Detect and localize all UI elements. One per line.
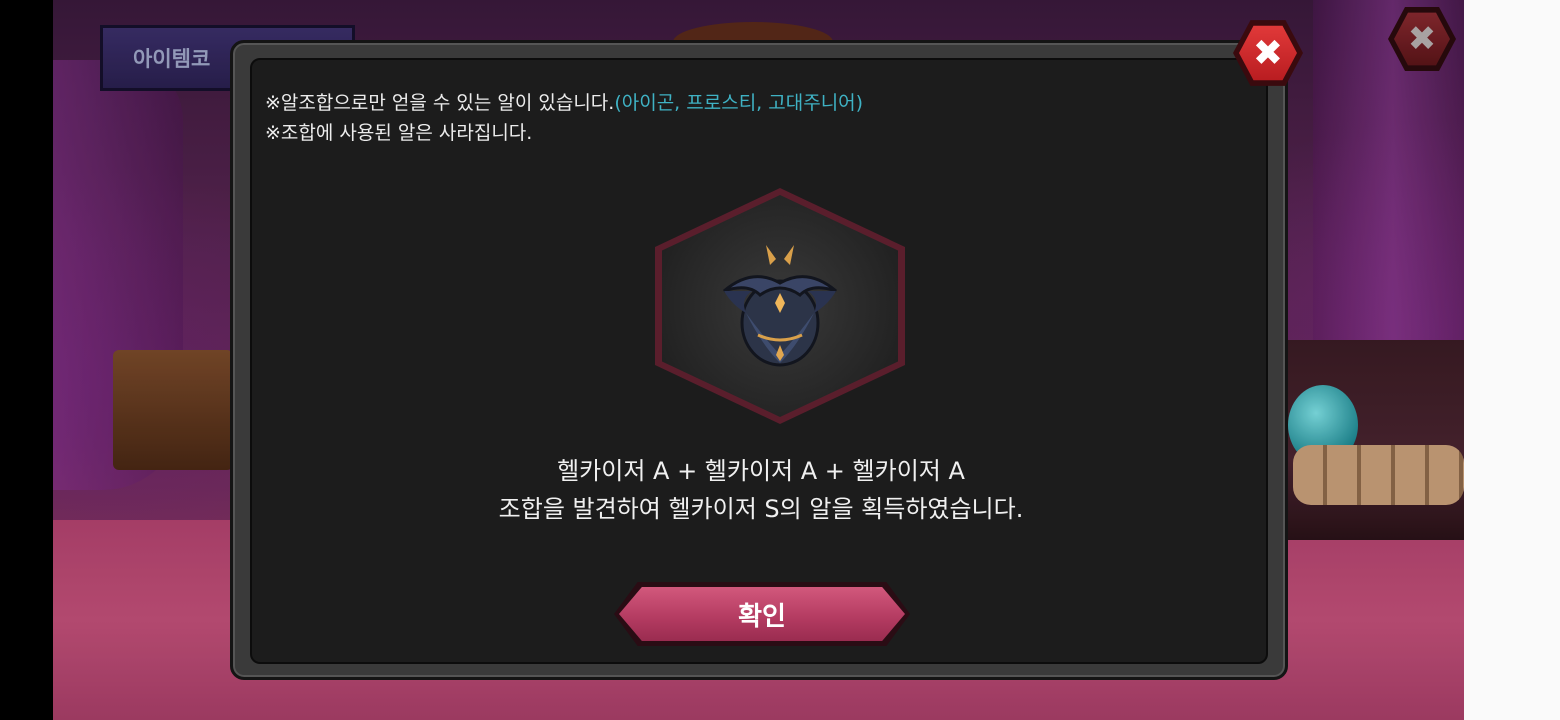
helkaiser-egg-icon (723, 245, 837, 367)
dialog-body: ※알조합으로만 얻을 수 있는 알이 있습니다.(아이곤, 프로스티, 고대주니… (250, 58, 1268, 664)
notice-text: ※알조합으로만 얻을 수 있는 알이 있습니다.(아이곤, 프로스티, 고대주니… (265, 88, 863, 148)
egg-frame-inner (662, 195, 898, 417)
result-message: 조합을 발견하여 헬카이저 S의 알을 획득하였습니다. (498, 495, 1024, 523)
notice-line-2: ※조합에 사용된 알은 사라집니다. (265, 122, 533, 144)
notice-line-1: ※알조합으로만 얻을 수 있는 알이 있습니다.(아이곤, 프로스티, 고대주니… (265, 88, 863, 118)
confirm-label: 확인 (738, 601, 786, 632)
close-icon: ✖ (1239, 25, 1297, 81)
egg-combination-dialog: ※알조합으로만 얻을 수 있는 알이 있습니다.(아이곤, 프로스티, 고대주니… (230, 40, 1288, 680)
letterbox-left (0, 0, 53, 720)
letterbox-right (1464, 0, 1560, 720)
egg-frame (655, 188, 905, 424)
confirm-button-face: 확인 (619, 587, 905, 641)
confirm-button[interactable]: 확인 (614, 582, 910, 646)
exclusive-eggs-list: (아이곤, 프로스티, 고대주니어) (614, 92, 864, 114)
combination-result: 헬카이저 A + 헬카이저 A + 헬카이저 A 조합을 발견하여 헬카이저 S… (252, 452, 1270, 528)
notice-line-1-text: ※알조합으로만 얻을 수 있는 알이 있습니다. (265, 92, 615, 114)
result-formula: 헬카이저 A + 헬카이저 A + 헬카이저 A (557, 457, 965, 485)
